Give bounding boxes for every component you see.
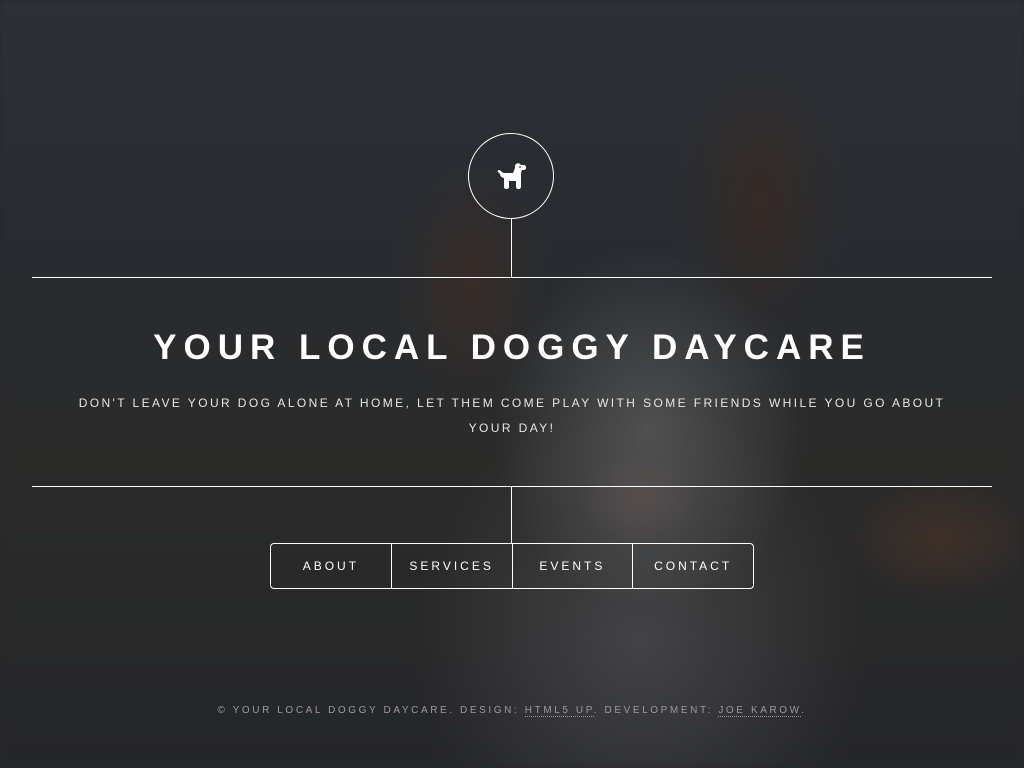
main-nav: ABOUT SERVICES EVENTS CONTACT [270, 543, 754, 589]
page: YOUR LOCAL DOGGY DAYCARE DON'T LEAVE YOU… [0, 0, 1024, 768]
nav-item-services[interactable]: SERVICES [390, 544, 512, 588]
divider-bottom [32, 486, 992, 487]
footer-copyright: © YOUR LOCAL DOGGY DAYCARE. DESIGN: [217, 705, 525, 716]
connector-line-top [511, 219, 512, 277]
footer-end: . [801, 705, 807, 716]
dog-icon [497, 163, 526, 189]
footer: © YOUR LOCAL DOGGY DAYCARE. DESIGN: HTML… [0, 705, 1024, 717]
connector-line-bottom [511, 487, 512, 543]
footer-development-text: . DEVELOPMENT: [593, 705, 719, 716]
development-credit-link[interactable]: JOE KAROW [718, 705, 802, 717]
nav-item-about[interactable]: ABOUT [271, 544, 391, 588]
design-credit-link[interactable]: HTML5 UP [524, 705, 594, 717]
divider-top [32, 277, 992, 278]
nav-item-contact[interactable]: CONTACT [632, 544, 753, 588]
page-subtitle: DON'T LEAVE YOUR DOG ALONE AT HOME, LET … [78, 396, 946, 435]
logo [468, 133, 554, 219]
page-title: YOUR LOCAL DOGGY DAYCARE [153, 328, 871, 367]
nav-item-events[interactable]: EVENTS [511, 544, 633, 588]
